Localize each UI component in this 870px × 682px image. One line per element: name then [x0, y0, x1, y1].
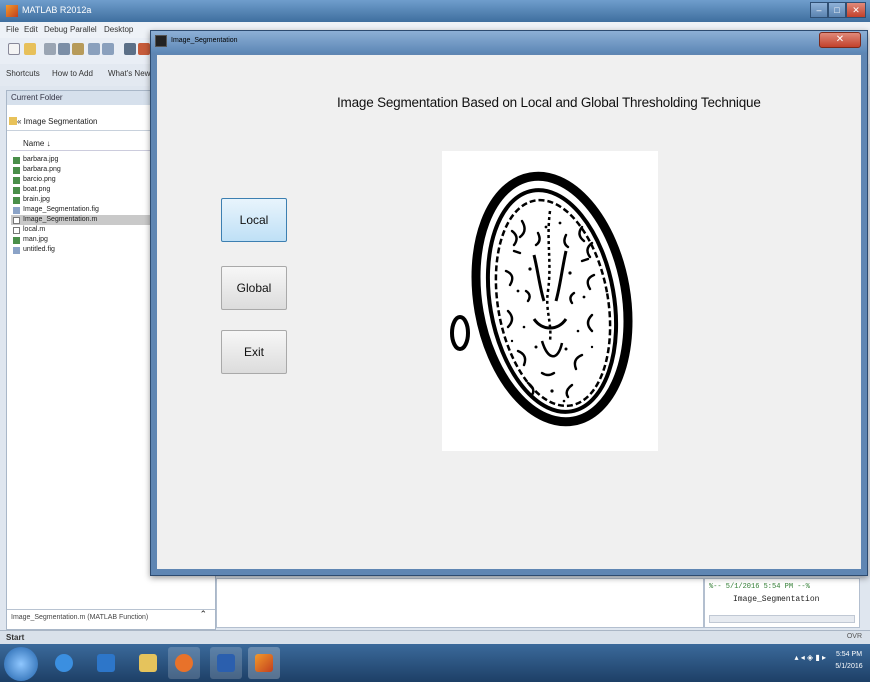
taskbar-word[interactable] — [210, 647, 242, 679]
matlab-icon — [255, 654, 273, 672]
matlab-status-bar: Start OVR — [0, 630, 870, 644]
file-name: Image_Segmentation.fig — [23, 206, 99, 213]
image-segmentation-window: Image_Segmentation ✕ Image Segmentation … — [150, 30, 868, 576]
file-name: barcio.png — [23, 176, 56, 183]
taskbar-media-player[interactable] — [90, 647, 122, 679]
folder-icon — [139, 654, 157, 672]
taskbar-matlab[interactable] — [248, 647, 280, 679]
image-file-icon — [13, 167, 20, 174]
file-name: man.jpg — [23, 236, 48, 243]
shortcut-whats-new[interactable]: What's New — [108, 69, 150, 78]
taskbar-internet-explorer[interactable] — [48, 647, 80, 679]
local-button[interactable]: Local — [221, 198, 287, 242]
figure-titlebar[interactable]: Image_Segmentation ✕ — [151, 31, 867, 53]
file-item[interactable]: man.jpg — [11, 235, 159, 245]
history-session-header: %-- 5/1/2016 5:54 PM --% — [709, 583, 810, 591]
exit-button[interactable]: Exit — [221, 330, 287, 374]
command-window[interactable] — [216, 578, 704, 628]
ovr-indicator: OVR — [846, 633, 862, 640]
firefox-icon — [175, 654, 193, 672]
redo-icon[interactable] — [102, 43, 114, 55]
m-file-icon — [13, 227, 20, 234]
menu-file[interactable]: File — [6, 25, 19, 34]
global-button[interactable]: Global — [221, 266, 287, 310]
matlab-logo-icon — [6, 5, 18, 17]
cut-icon[interactable] — [44, 43, 56, 55]
file-item[interactable]: Image_Segmentation.fig — [11, 205, 159, 215]
internet-explorer-icon — [55, 654, 73, 672]
history-horizontal-scrollbar[interactable] — [709, 615, 855, 623]
matlab-figure-icon — [155, 35, 167, 47]
file-details-footer: Image_Segmentation.m (MATLAB Function) — [7, 609, 215, 627]
file-name: barbara.png — [23, 166, 61, 173]
maximize-button[interactable]: □ — [828, 2, 846, 18]
file-name: brain.jpg — [23, 196, 50, 203]
file-item[interactable]: untitled.fig — [11, 245, 159, 255]
file-name: local.m — [23, 226, 46, 233]
new-file-icon[interactable] — [8, 43, 20, 55]
system-tray-icons[interactable]: ▴ ◂ ◈ ▮ ▸ — [795, 653, 827, 662]
word-icon — [217, 654, 235, 672]
file-item[interactable]: barcio.png — [11, 175, 159, 185]
image-file-icon — [13, 187, 20, 194]
file-list: barbara.jpg barbara.png barcio.png boat.… — [11, 155, 159, 255]
matlab-start-button[interactable]: Start — [6, 633, 24, 642]
brain-scan-picture — [442, 151, 658, 451]
figure-title: Image_Segmentation — [171, 37, 238, 44]
file-item[interactable]: boat.png — [11, 185, 159, 195]
command-history-panel: %-- 5/1/2016 5:54 PM --% Image_Segmentat… — [704, 578, 860, 628]
shortcuts-label[interactable]: Shortcuts — [6, 69, 40, 78]
image-file-icon — [13, 177, 20, 184]
taskbar-firefox[interactable] — [168, 647, 200, 679]
file-item[interactable]: local.m — [11, 225, 159, 235]
figure-body: Image Segmentation Based on Local and Gl… — [157, 55, 861, 569]
clock-time: 5:54 PM — [835, 651, 863, 658]
menu-debug[interactable]: Debug — [44, 25, 68, 34]
clock-date: 5/1/2016 — [835, 663, 863, 670]
image-file-icon — [13, 197, 20, 204]
name-column-header[interactable]: Name ↓ — [11, 137, 151, 151]
file-name: boat.png — [23, 186, 51, 193]
undo-icon[interactable] — [88, 43, 100, 55]
matlab-titlebar: MATLAB R2012a – □ ✕ — [0, 0, 870, 22]
taskbar-windows-explorer[interactable] — [132, 647, 164, 679]
file-name: barbara.jpg — [23, 156, 59, 163]
image-file-icon — [13, 157, 20, 164]
simulink-icon[interactable] — [124, 43, 136, 55]
file-name: Image_Segmentation.m — [23, 216, 98, 223]
paste-icon[interactable] — [72, 43, 84, 55]
file-item[interactable]: brain.jpg — [11, 195, 159, 205]
file-item[interactable]: barbara.jpg — [11, 155, 159, 165]
file-name: untitled.fig — [23, 246, 55, 253]
windows-taskbar: ▴ ◂ ◈ ▮ ▸ 5:54 PM 5/1/2016 — [0, 644, 870, 682]
minimize-button[interactable]: – — [810, 2, 828, 18]
brain-mri-image — [442, 151, 658, 451]
guide-icon[interactable] — [138, 43, 150, 55]
image-file-icon — [13, 237, 20, 244]
menu-parallel[interactable]: Parallel — [70, 25, 97, 34]
taskbar-clock[interactable]: 5:54 PM 5/1/2016 — [832, 649, 866, 673]
figure-heading: Image Segmentation Based on Local and Gl… — [337, 95, 761, 110]
figure-close-button[interactable]: ✕ — [819, 32, 861, 48]
file-item[interactable]: barbara.png — [11, 165, 159, 175]
menu-edit[interactable]: Edit — [24, 25, 38, 34]
m-file-icon — [13, 217, 20, 224]
matlab-title: MATLAB R2012a — [22, 5, 92, 15]
media-player-icon — [97, 654, 115, 672]
close-button[interactable]: ✕ — [846, 2, 866, 18]
open-folder-icon[interactable] — [24, 43, 36, 55]
file-item-selected[interactable]: Image_Segmentation.m — [11, 215, 159, 225]
menu-desktop[interactable]: Desktop — [104, 25, 133, 34]
fig-file-icon — [13, 207, 20, 214]
copy-icon[interactable] — [58, 43, 70, 55]
history-command[interactable]: Image_Segmentation — [733, 595, 819, 604]
fig-file-icon — [13, 247, 20, 254]
windows-start-orb-icon[interactable] — [4, 647, 38, 681]
shortcut-how-to-add[interactable]: How to Add — [52, 69, 93, 78]
chevron-up-icon[interactable]: ⌃ — [199, 609, 207, 620]
